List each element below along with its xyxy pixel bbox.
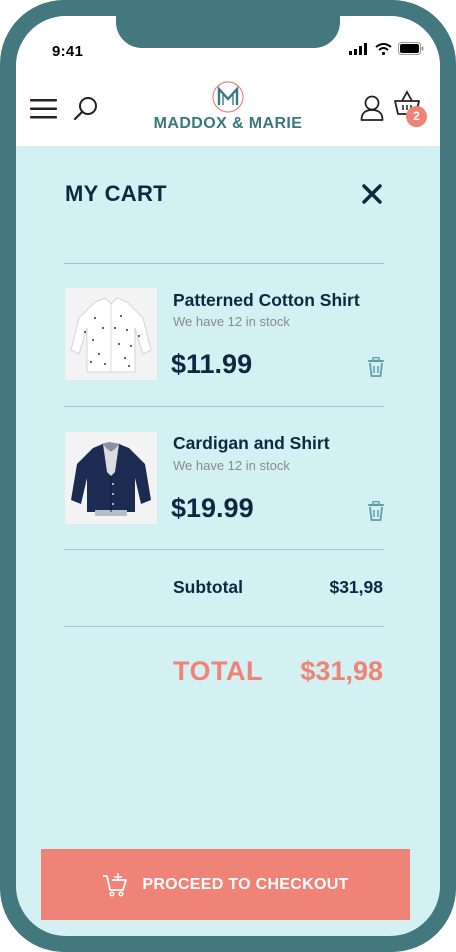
total-label: TOTAL (173, 656, 263, 686)
checkout-button[interactable]: PROCEED TO CHECKOUT (41, 849, 410, 920)
user-icon[interactable] (360, 95, 384, 121)
close-icon[interactable] (360, 182, 384, 206)
subtotal-value: $31,98 (329, 577, 383, 597)
cart-add-icon (103, 872, 128, 897)
item-stock: We have 12 in stock (173, 314, 290, 329)
item-name[interactable]: Cardigan and Shirt (173, 433, 330, 454)
cart-title: MY CART (65, 181, 167, 206)
divider (64, 263, 384, 264)
item-name[interactable]: Patterned Cotton Shirt (173, 290, 360, 311)
trash-icon[interactable] (367, 357, 385, 377)
status-time: 9:41 (52, 43, 84, 60)
item-price: $19.99 (171, 493, 254, 523)
trash-icon[interactable] (367, 501, 385, 521)
product-image-cardigan[interactable] (65, 432, 157, 524)
cart-count-badge: 2 (406, 106, 427, 127)
divider (64, 406, 384, 407)
shirt-image (65, 288, 157, 380)
divider (64, 549, 384, 550)
screen: 9:41 MADDOX & MARIE 2 MY CART Patterned … (16, 16, 440, 936)
product-image-shirt[interactable] (65, 288, 157, 380)
subtotal-label: Subtotal (173, 577, 243, 597)
item-stock: We have 12 in stock (173, 458, 290, 473)
phone-frame: 9:41 MADDOX & MARIE 2 MY CART Patterned … (0, 0, 456, 952)
total-value: $31,98 (300, 656, 383, 686)
battery-icon (398, 42, 424, 55)
signal-icon (349, 42, 367, 55)
cardigan-image (65, 432, 157, 524)
wifi-icon (375, 42, 392, 55)
logo-icon[interactable] (210, 80, 246, 114)
status-icons (349, 42, 424, 55)
item-price: $11.99 (171, 349, 253, 379)
divider (64, 626, 384, 627)
checkout-label: PROCEED TO CHECKOUT (142, 875, 349, 893)
notch (116, 16, 340, 48)
